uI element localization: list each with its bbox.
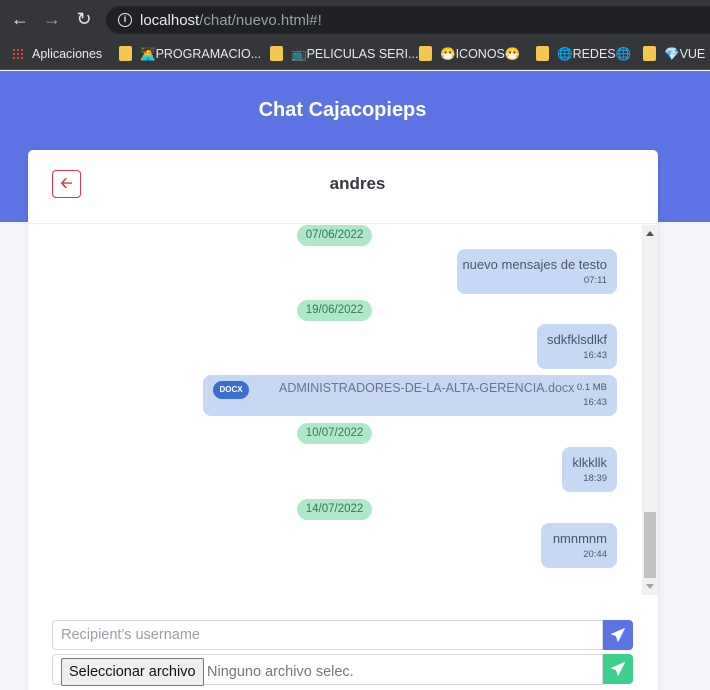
message-time: 18:39 [583,473,607,484]
bookmark-label: 💎VUE [664,47,706,61]
file-size: 0.1 MB [576,382,607,393]
bookmark-label: 📺PELICULAS SERI... [291,47,419,61]
message-text: sdkfklsdlkf [547,332,607,347]
message-time: 16:43 [583,397,607,408]
message-text: nuevo mensajes de testo [462,257,607,272]
bookmark-vue[interactable]: 💎VUE [643,45,705,63]
bookmark-label: 🧑‍💻PROGRAMACIO... [140,47,262,61]
message-bubble: klkkllk 18:39 [562,447,617,492]
bookmark-redes[interactable]: 🌐REDES🌐 [536,45,631,63]
message-input[interactable] [52,620,603,650]
back-arrow-icon[interactable]: ← [9,8,31,30]
folder-icon [536,46,549,61]
docx-file-icon: DOCX [213,381,249,399]
message-text: klkkllk [572,455,607,470]
message-bubble: sdkfklsdlkf 16:43 [537,324,617,369]
date-separator: 07/06/2022 [297,225,372,246]
paper-plane-icon [611,662,625,676]
message-time: 20:44 [583,549,607,560]
contact-name: andres [329,174,386,193]
scrollbar-thumb[interactable] [644,512,656,578]
file-name[interactable]: ADMINISTRADORES-DE-LA-ALTA-GERENCIA.docx [279,381,574,395]
message-time: 07:11 [583,275,607,286]
message-scrollbar[interactable] [642,225,658,595]
scroll-down-icon[interactable] [646,584,654,589]
reload-icon[interactable]: ↻ [73,8,95,30]
message-bubble: nmnmnm 20:44 [541,523,617,568]
message-list: 07/06/2022 nuevo mensajes de testo 07:11… [28,225,658,595]
message-bubble: nuevo mensajes de testo 07:11 [457,249,617,294]
bookmark-label: Aplicaciones [32,47,103,61]
date-separator: 14/07/2022 [297,499,372,520]
browser-toolbar: ← → ↻ i localhost/chat/nuevo.html#! [0,0,710,38]
chat-card: 🡠 andres 07/06/2022 nuevo mensajes de te… [28,150,658,690]
bookmark-iconos[interactable]: 😷ICONOS😷 [419,45,520,63]
address-bar[interactable]: i localhost/chat/nuevo.html#! [106,6,710,34]
folder-icon [643,46,656,61]
url-path: /chat/nuevo.html#! [199,12,322,29]
send-file-button[interactable] [603,654,633,684]
page-title: Chat Cajacopieps [258,99,427,121]
bookmark-label: 😷ICONOS😷 [440,47,521,61]
date-separator: 10/07/2022 [297,423,372,444]
bookmark-apps[interactable]: Aplicaciones [12,45,102,63]
message-text: nmnmnm [552,531,607,546]
url-host: localhost [140,12,200,29]
paper-plane-icon [611,628,625,642]
scroll-up-icon[interactable] [646,231,654,236]
folder-icon [119,46,132,61]
date-separator: 19/06/2022 [297,300,372,321]
url-text: localhost/chat/nuevo.html#! [140,12,322,29]
chat-header: 🡠 andres [28,150,658,224]
forward-arrow-icon[interactable]: → [41,8,63,30]
info-icon[interactable]: i [118,13,132,27]
bookmark-programacion[interactable]: 🧑‍💻PROGRAMACIO... [119,45,261,63]
file-status: Ninguno archivo selec. [207,664,354,680]
bookmark-peliculas[interactable]: 📺PELICULAS SERI... [270,45,418,63]
folder-icon [419,46,432,61]
apps-grid-icon [12,48,24,60]
file-composer: Seleccionar archivo Ninguno archivo sele… [52,654,634,686]
send-message-button[interactable] [603,620,633,650]
message-composer [52,620,634,650]
bookmarks-bar: Aplicaciones 🧑‍💻PROGRAMACIO... 📺PELICULA… [0,38,710,70]
choose-file-button[interactable]: Seleccionar archivo [61,658,204,686]
file-input[interactable]: Seleccionar archivo Ninguno archivo sele… [52,654,603,686]
message-time: 16:43 [583,350,607,361]
bookmark-label: 🌐REDES🌐 [557,47,632,61]
file-message-bubble[interactable]: DOCX ADMINISTRADORES-DE-LA-ALTA-GERENCIA… [203,375,617,416]
folder-icon [270,46,283,61]
